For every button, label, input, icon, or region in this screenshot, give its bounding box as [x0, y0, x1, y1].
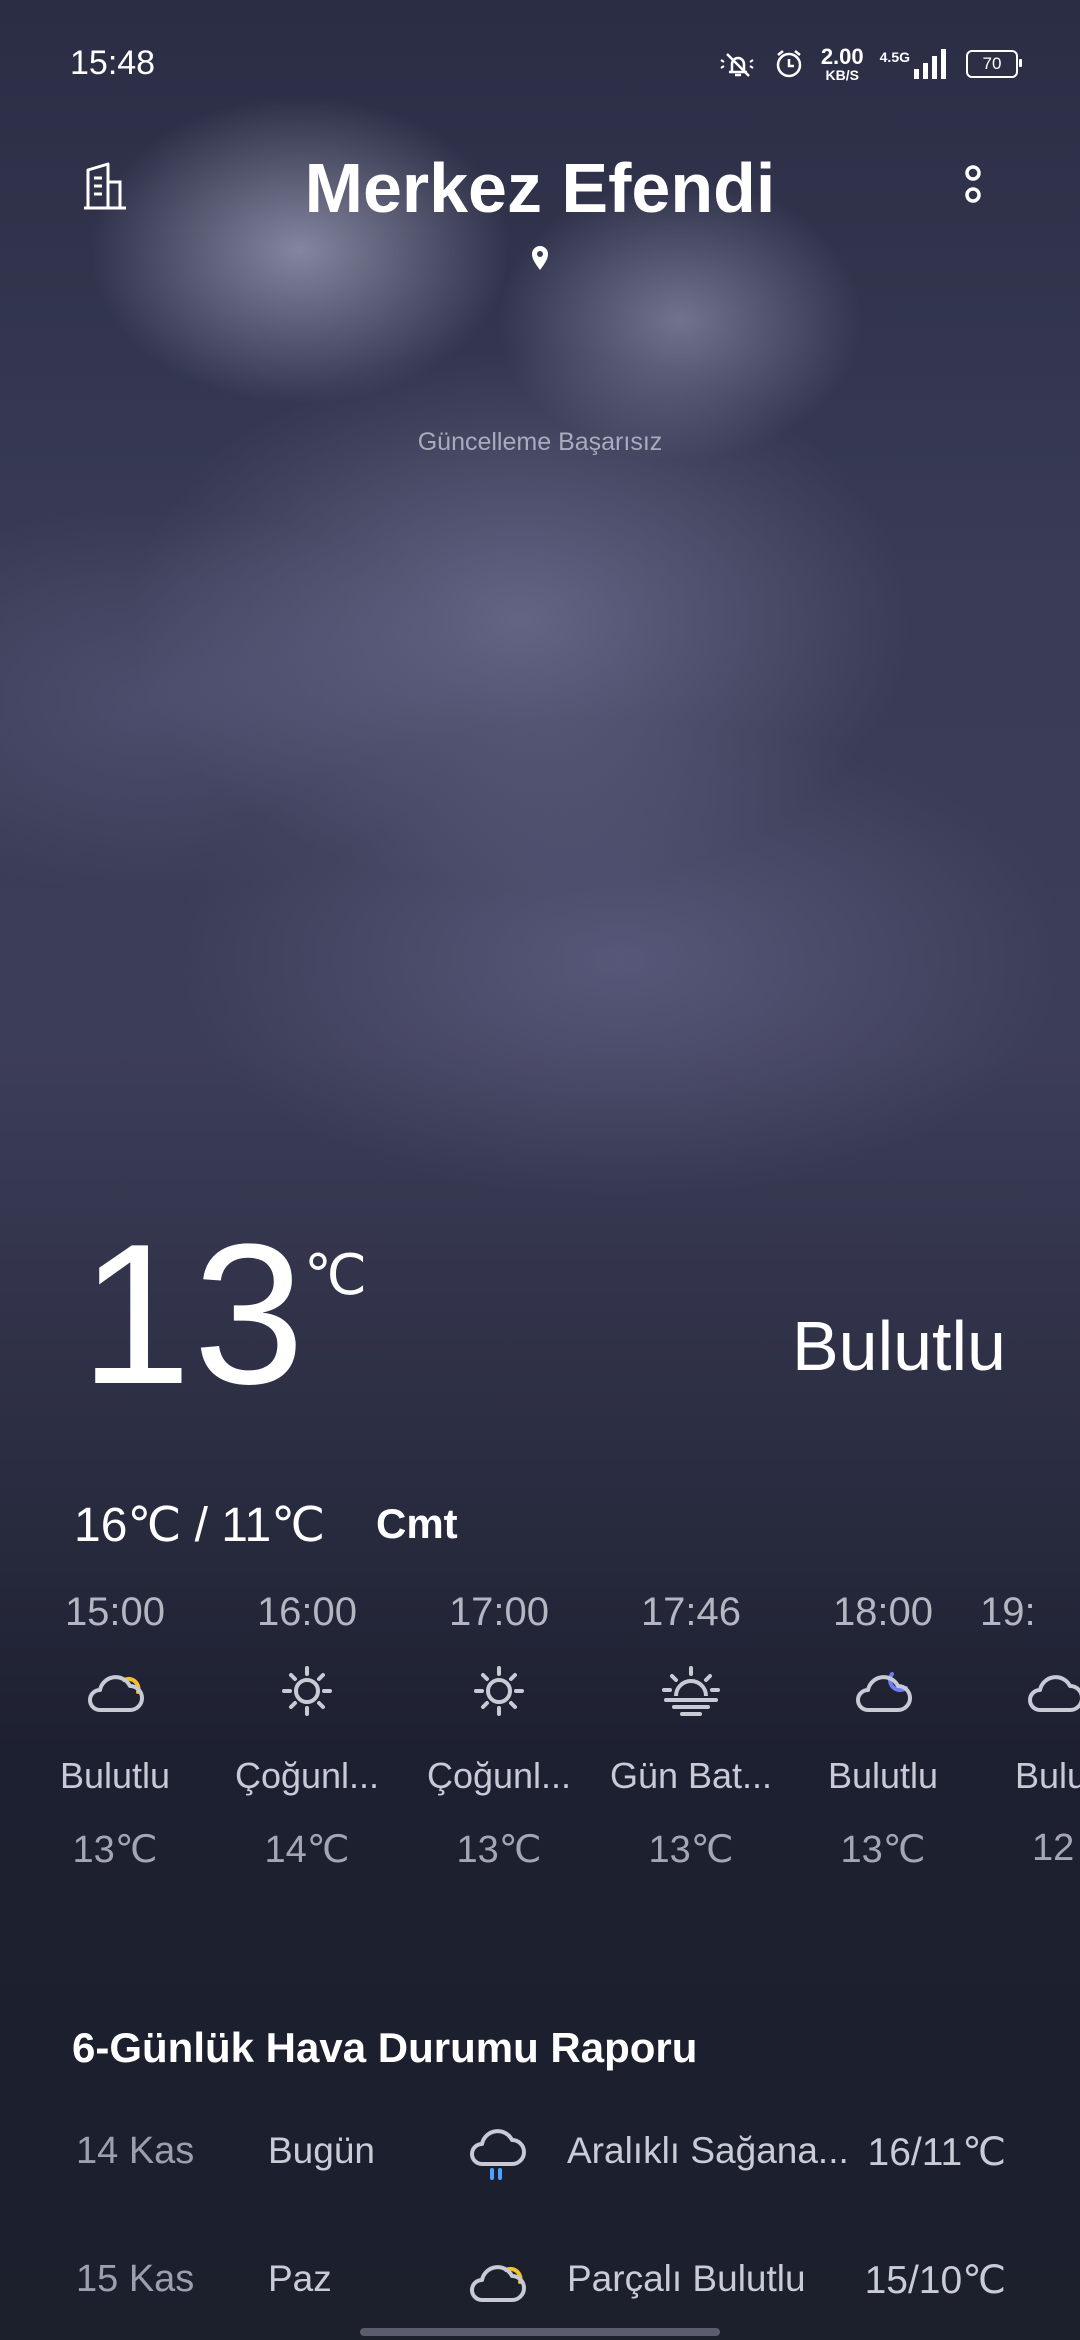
hour-temp: 13℃: [72, 1829, 158, 1871]
forecast-date: 14 Kas: [76, 2130, 195, 2172]
hour-time: 17:00: [448, 1590, 550, 1634]
day-label: Cmt: [376, 1500, 458, 1547]
hourly-item[interactable]: 18:00 Bulutlu 13℃: [788, 1590, 978, 1872]
forecast-range: 15/10℃: [864, 2259, 1006, 2302]
forecast-date: 15 Kas: [76, 2258, 195, 2300]
speed-value: 2.00: [820, 44, 864, 69]
network-type: 4.5G: [879, 49, 910, 65]
forecast-condition: Aralıklı Sağana...: [567, 2130, 849, 2171]
signal-bars-icon: [914, 49, 946, 79]
location-pin-icon: [532, 246, 548, 270]
battery-icon: 70: [966, 50, 1022, 78]
hour-time: 19:: [980, 1590, 1036, 1634]
hour-temp: 12: [1032, 1827, 1075, 1869]
forecast-section-title: 6-Günlük Hava Durumu Raporu: [72, 2024, 698, 2071]
hour-temp: 13℃: [648, 1829, 734, 1871]
status-icons: 2.00 KB/S 4.5G 70: [715, 42, 1022, 86]
cloud-icon: [1028, 1675, 1080, 1712]
cloud-moon-icon: [856, 1672, 912, 1712]
hour-condition: Bulutlu: [827, 1755, 939, 1796]
cloudy-sky-background: [0, 0, 1080, 2340]
temperature-unit: ℃: [304, 1243, 367, 1306]
current-condition: Bulutlu: [791, 1307, 1006, 1385]
cloud-sun-icon: [470, 2265, 526, 2302]
high-low-temperature: 16℃ / 11℃: [74, 1499, 326, 1552]
hour-time: 17:46: [640, 1590, 742, 1634]
sun-icon: [282, 1666, 332, 1716]
cloud-rain-icon: [470, 2129, 526, 2180]
battery-level: 70: [982, 54, 1002, 73]
hourly-item[interactable]: 19: Bulu 12: [980, 1590, 1080, 1870]
forecast-condition: Parçalı Bulutlu: [567, 2258, 806, 2299]
forecast-weekday: Paz: [268, 2258, 332, 2299]
network-speed: 2.00 KB/S: [820, 44, 864, 83]
hour-condition: Çoğunl...: [234, 1755, 380, 1796]
city-title: Merkez Efendi: [304, 149, 776, 227]
speed-unit: KB/S: [825, 67, 859, 83]
hourly-item[interactable]: 16:00 Çoğunl... 14℃: [212, 1590, 402, 1872]
status-time: 15:48: [70, 44, 156, 82]
hour-temp: 14℃: [264, 1829, 350, 1871]
sunset-icon: [662, 1666, 720, 1716]
sun-icon: [474, 1666, 524, 1716]
forecast-row[interactable]: 15 Kas Paz Parçalı Bulutlu 15/10℃: [0, 2258, 1080, 2338]
signal-indicator: 4.5G: [880, 49, 950, 79]
home-indicator[interactable]: [360, 2328, 720, 2336]
mute-bell-icon: [720, 53, 754, 77]
update-status: Güncelleme Başarısız: [417, 428, 663, 456]
cloud-sun-icon: [88, 1675, 144, 1712]
forecast-row[interactable]: 14 Kas Bugün Aralıklı Sağana... 16/11℃: [0, 2129, 1080, 2210]
hour-temp: 13℃: [456, 1829, 542, 1871]
hour-temp: 13℃: [840, 1829, 926, 1871]
alarm-icon: [776, 50, 802, 78]
hour-condition: Bulu: [1015, 1755, 1080, 1796]
hour-condition: Çoğunl...: [426, 1755, 572, 1796]
more-options-icon[interactable]: [955, 160, 991, 210]
hourly-item[interactable]: 17:00 Çoğunl... 13℃: [404, 1590, 594, 1872]
hour-condition: Gün Bat...: [609, 1755, 773, 1796]
forecast-range: 16/11℃: [867, 2131, 1007, 2174]
hour-condition: Bulutlu: [59, 1755, 171, 1796]
hourly-item[interactable]: 17:46 Gün Bat... 13℃: [596, 1590, 786, 1872]
hour-time: 16:00: [256, 1590, 358, 1634]
hour-time: 15:00: [64, 1590, 166, 1634]
hourly-item[interactable]: 15:00 Bulutlu 13℃: [20, 1590, 210, 1872]
current-temperature: 13: [80, 1203, 307, 1426]
hour-time: 18:00: [832, 1590, 934, 1634]
forecast-weekday: Bugün: [268, 2130, 375, 2171]
